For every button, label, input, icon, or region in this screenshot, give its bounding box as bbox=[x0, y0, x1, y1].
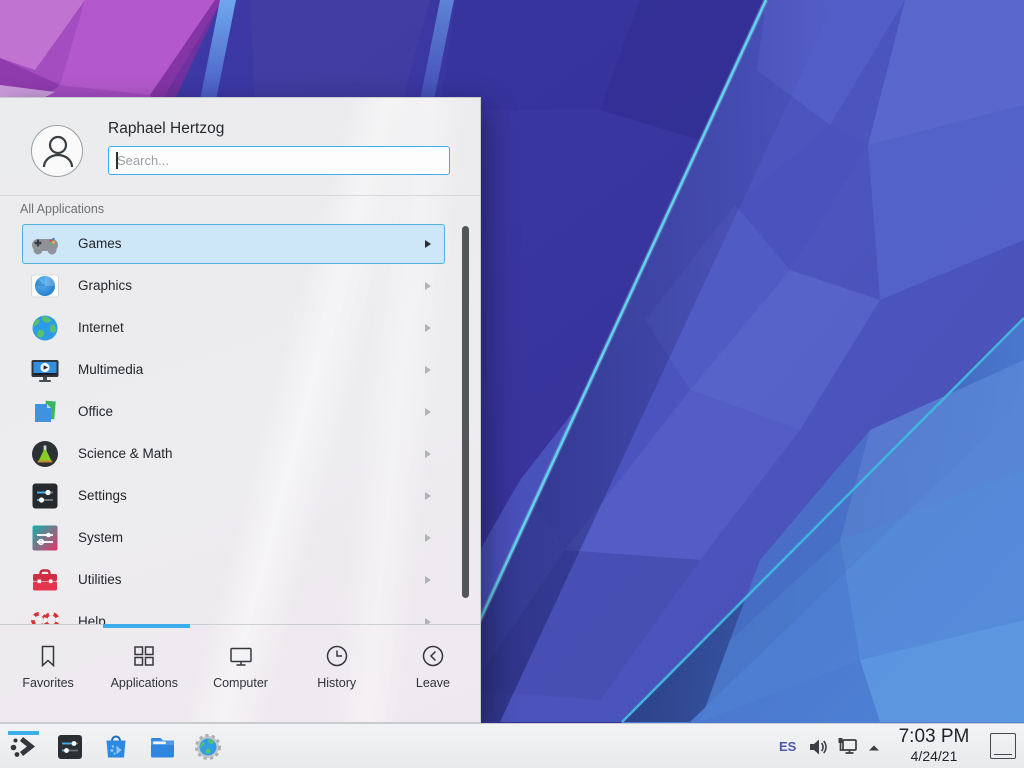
discover-button[interactable] bbox=[100, 731, 132, 763]
show-desktop-button[interactable] bbox=[990, 733, 1016, 759]
expand-tray-button[interactable] bbox=[866, 740, 882, 761]
dolphin-folder-icon bbox=[147, 732, 177, 762]
application-launcher-popup: Raphael Hertzog All Applications Games bbox=[0, 97, 481, 723]
volume-button[interactable] bbox=[808, 737, 828, 762]
desktop: Raphael Hertzog All Applications Games bbox=[0, 0, 1024, 768]
category-label: Settings bbox=[78, 488, 127, 503]
help-lifebuoy-icon bbox=[29, 606, 61, 624]
category-row-system[interactable]: System bbox=[0, 517, 481, 559]
search-input[interactable] bbox=[108, 146, 450, 175]
category-row-science-math[interactable]: Science & Math bbox=[0, 433, 481, 475]
tab-label: Leave bbox=[416, 676, 450, 690]
header-separator bbox=[0, 195, 480, 196]
discover-bag-icon bbox=[101, 732, 131, 762]
chevron-right-icon bbox=[425, 324, 431, 332]
tab-applications[interactable]: Applications bbox=[96, 625, 192, 724]
system-settings-icon bbox=[55, 732, 85, 762]
user-name: Raphael Hertzog bbox=[108, 120, 224, 138]
tab-label: History bbox=[317, 676, 356, 690]
category-label: Science & Math bbox=[78, 446, 173, 461]
chevron-right-icon bbox=[425, 408, 431, 416]
clock-date: 4/24/21 bbox=[889, 748, 979, 765]
tab-label: Computer bbox=[213, 676, 268, 690]
active-task-indicator bbox=[8, 731, 39, 735]
category-row-utilities[interactable]: Utilities bbox=[0, 559, 481, 601]
category-label: Help bbox=[78, 614, 106, 624]
keyboard-layout-indicator[interactable]: ES bbox=[779, 739, 796, 754]
science-flask-icon bbox=[29, 438, 61, 470]
category-label: Graphics bbox=[78, 278, 132, 293]
office-icon bbox=[29, 396, 61, 428]
category-row-internet[interactable]: Internet bbox=[0, 307, 481, 349]
multimedia-icon bbox=[29, 354, 61, 386]
history-clock-icon bbox=[323, 642, 351, 670]
system-settings-button[interactable] bbox=[54, 731, 86, 763]
digital-clock[interactable]: 7:03 PM 4/24/21 bbox=[889, 725, 979, 765]
caret-up-icon bbox=[866, 740, 882, 756]
chevron-right-icon bbox=[425, 492, 431, 500]
utilities-toolbox-icon bbox=[29, 564, 61, 596]
text-caret bbox=[116, 152, 118, 169]
network-button[interactable] bbox=[837, 736, 859, 763]
category-label: Internet bbox=[78, 320, 124, 335]
web-browser-button[interactable] bbox=[192, 731, 224, 763]
wired-network-icon bbox=[837, 736, 859, 758]
chevron-right-icon bbox=[425, 450, 431, 458]
category-label: Multimedia bbox=[78, 362, 143, 377]
chevron-right-icon bbox=[425, 366, 431, 374]
search-field-wrap bbox=[108, 146, 450, 175]
speaker-icon bbox=[808, 737, 828, 757]
user-avatar[interactable] bbox=[31, 125, 83, 177]
internet-globe-icon bbox=[29, 312, 61, 344]
section-label: All Applications bbox=[20, 202, 104, 216]
globe-gear-icon bbox=[193, 732, 223, 762]
leave-icon bbox=[419, 642, 447, 670]
file-manager-button[interactable] bbox=[146, 731, 178, 763]
list-scrollbar[interactable] bbox=[462, 226, 469, 598]
taskbar-panel: ES 7:03 PM 4/24/21 bbox=[0, 723, 1024, 768]
launcher-tab-bar: Favorites Applications Computer bbox=[0, 624, 481, 724]
kickoff-icon bbox=[8, 732, 38, 762]
category-row-graphics[interactable]: Graphics bbox=[0, 265, 481, 307]
favorites-bookmark-icon bbox=[34, 642, 62, 670]
tab-computer[interactable]: Computer bbox=[192, 625, 288, 724]
chevron-right-icon bbox=[425, 534, 431, 542]
system-icon bbox=[29, 522, 61, 554]
games-icon bbox=[29, 228, 61, 260]
category-list: Games Graphics Internet bbox=[0, 223, 481, 624]
tab-leave[interactable]: Leave bbox=[385, 625, 481, 724]
tab-favorites[interactable]: Favorites bbox=[0, 625, 96, 724]
category-label: Office bbox=[78, 404, 113, 419]
category-row-games[interactable]: Games bbox=[0, 223, 481, 265]
category-row-help[interactable]: Help bbox=[0, 601, 481, 624]
settings-sliders-icon bbox=[29, 480, 61, 512]
category-row-multimedia[interactable]: Multimedia bbox=[0, 349, 481, 391]
tab-label: Applications bbox=[111, 676, 178, 690]
category-label: System bbox=[78, 530, 123, 545]
tab-label: Favorites bbox=[22, 676, 73, 690]
category-label: Utilities bbox=[78, 572, 122, 587]
application-launcher-button[interactable] bbox=[7, 731, 39, 763]
chevron-right-icon bbox=[425, 282, 431, 290]
category-label: Games bbox=[78, 236, 122, 251]
tab-history[interactable]: History bbox=[289, 625, 385, 724]
computer-monitor-icon bbox=[227, 642, 255, 670]
active-tab-indicator bbox=[103, 624, 190, 628]
category-row-settings[interactable]: Settings bbox=[0, 475, 481, 517]
chevron-right-icon bbox=[425, 240, 431, 248]
applications-grid-icon bbox=[130, 642, 158, 670]
clock-time: 7:03 PM bbox=[889, 725, 979, 748]
category-row-office[interactable]: Office bbox=[0, 391, 481, 433]
graphics-icon bbox=[29, 270, 61, 302]
chevron-right-icon bbox=[425, 576, 431, 584]
